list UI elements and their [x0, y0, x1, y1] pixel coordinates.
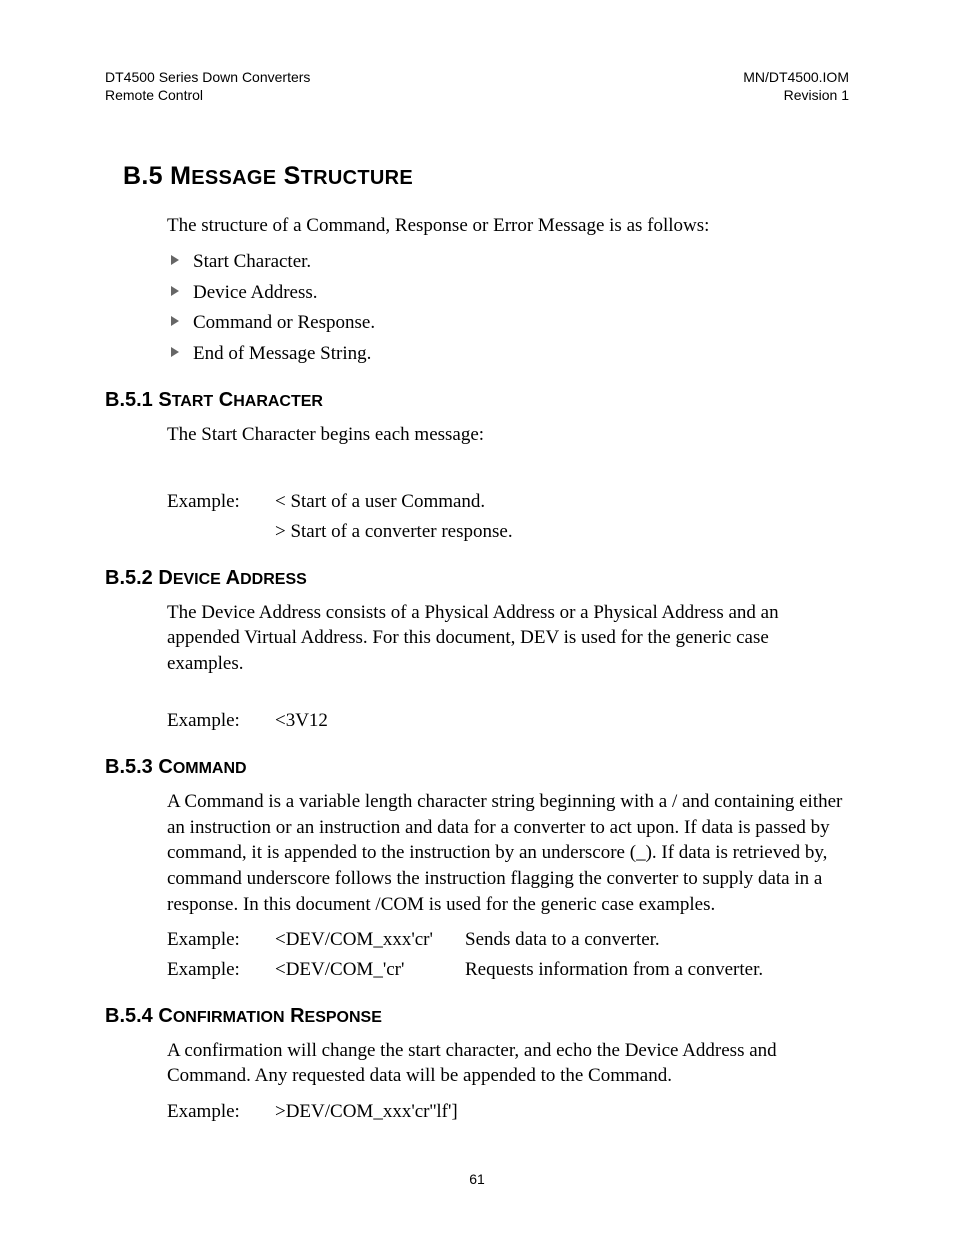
example-label: Example: — [167, 708, 275, 734]
header-left-line1: DT4500 Series Down Converters — [105, 68, 310, 86]
example-row: Example: <DEV/COM_'cr' Requests informat… — [167, 957, 849, 983]
list-item: Device Address. — [167, 280, 849, 306]
heading-b5-1: B.5.1 START CHARACTER — [105, 389, 849, 412]
s2-para: The Device Address consists of a Physica… — [167, 600, 849, 677]
heading-sc1: ESSAGE — [191, 167, 276, 189]
heading-sc1: TART — [172, 393, 213, 410]
page-number: 61 — [0, 1171, 954, 1187]
heading-sc2: ESPONSE — [305, 1009, 382, 1026]
header-left: DT4500 Series Down Converters Remote Con… — [105, 68, 310, 104]
example-row: > Start of a converter response. — [167, 519, 849, 545]
header-left-line2: Remote Control — [105, 86, 310, 104]
example-row: Example: < Start of a user Command. — [167, 489, 849, 515]
example-row: Example: <3V12 — [167, 708, 849, 734]
example-desc: Sends data to a converter. — [465, 927, 849, 953]
example-row: Example: <DEV/COM_xxx'cr' Sends data to … — [167, 927, 849, 953]
section-b5-1-body: The Start Character begins each message:… — [167, 422, 849, 545]
s3-para: A Command is a variable length character… — [167, 789, 849, 917]
header-right: MN/DT4500.IOM Revision 1 — [743, 68, 849, 104]
heading-number: B.5.4 — [105, 1005, 153, 1027]
header-right-line1: MN/DT4500.IOM — [743, 68, 849, 86]
heading-number: B.5.1 — [105, 389, 153, 411]
section-b5-4-body: A confirmation will change the start cha… — [167, 1038, 849, 1125]
example-text: < Start of a user Command. — [275, 489, 485, 515]
s4-para: A confirmation will change the start cha… — [167, 1038, 849, 1089]
heading-sc2: DDRESS — [240, 571, 307, 588]
heading-cap1: S — [158, 389, 171, 411]
heading-b5: B.5 MESSAGE STRUCTURE — [123, 162, 849, 191]
example-text: > Start of a converter response. — [275, 519, 513, 545]
spacer — [167, 686, 849, 704]
heading-sc1: ONFIRMATION — [173, 1009, 285, 1026]
heading-cap1: M — [170, 162, 191, 190]
example-row: Example: >DEV/COM_xxx'cr''lf'] — [167, 1099, 849, 1125]
heading-cap1: D — [158, 567, 172, 589]
heading-number: B.5.3 — [105, 756, 153, 778]
structure-list: Start Character. Device Address. Command… — [167, 249, 849, 367]
intro-text: The structure of a Command, Response or … — [167, 213, 849, 239]
heading-b5-4: B.5.4 CONFIRMATION RESPONSE — [105, 1005, 849, 1028]
heading-number: B.5 — [123, 162, 163, 190]
section-b5-2-body: The Device Address consists of a Physica… — [167, 600, 849, 735]
example-text: >DEV/COM_xxx'cr''lf'] — [275, 1099, 458, 1125]
heading-b5-3: B.5.3 COMMAND — [105, 756, 849, 779]
s1-para: The Start Character begins each message: — [167, 422, 849, 448]
list-item: Start Character. — [167, 249, 849, 275]
list-item: End of Message String. — [167, 341, 849, 367]
heading-cap2: S — [284, 162, 301, 190]
heading-sc1: EVICE — [173, 571, 221, 588]
example-desc: Requests information from a converter. — [465, 957, 849, 983]
heading-cap2: C — [219, 389, 233, 411]
section-b5-3-body: A Command is a variable length character… — [167, 789, 849, 982]
example-label-empty — [167, 519, 275, 545]
page: DT4500 Series Down Converters Remote Con… — [0, 0, 954, 1235]
list-item: Command or Response. — [167, 310, 849, 336]
example-text: <3V12 — [275, 708, 328, 734]
heading-cap1: C — [158, 1005, 172, 1027]
example-code: <DEV/COM_xxx'cr' — [275, 927, 465, 953]
header-right-line2: Revision 1 — [743, 86, 849, 104]
page-header: DT4500 Series Down Converters Remote Con… — [105, 68, 849, 104]
heading-sc1: OMMAND — [173, 760, 247, 777]
heading-sc2: HARACTER — [233, 393, 323, 410]
example-label: Example: — [167, 489, 275, 515]
heading-cap2: R — [290, 1005, 304, 1027]
intro-block: The structure of a Command, Response or … — [167, 213, 849, 366]
heading-sc2: TRUCTURE — [301, 167, 413, 189]
heading-cap2: A — [226, 567, 240, 589]
example-code: <DEV/COM_'cr' — [275, 957, 465, 983]
spacer — [167, 457, 849, 485]
example-label: Example: — [167, 957, 275, 983]
example-label: Example: — [167, 927, 275, 953]
heading-cap1: C — [158, 756, 172, 778]
heading-number: B.5.2 — [105, 567, 153, 589]
example-label: Example: — [167, 1099, 275, 1125]
heading-b5-2: B.5.2 DEVICE ADDRESS — [105, 567, 849, 590]
